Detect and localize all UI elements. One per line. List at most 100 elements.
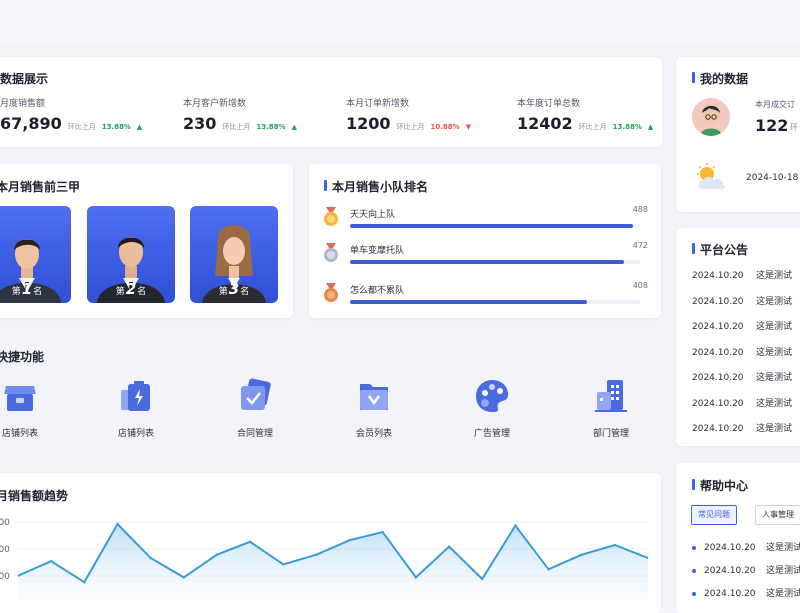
quick-item-contract-management[interactable]: 合同管理 [210, 376, 300, 439]
trend-point[interactable] [414, 576, 418, 579]
trend-point[interactable] [248, 540, 252, 543]
team-row-2: 单车变摩托队 472 [322, 241, 648, 273]
team-value: 488 [632, 205, 648, 214]
top-seller-2[interactable]: 第2名 [87, 206, 175, 303]
data-display-title: 数据展示 [0, 72, 49, 86]
notice-item[interactable]: 2024.10.20 这是测试 [692, 319, 792, 332]
stat-value: 12402 [517, 114, 573, 133]
help-item[interactable]: 2024.10.20 这是测试 [692, 540, 800, 553]
rank-label: 第3名 [218, 280, 250, 298]
gold-medal-icon [324, 207, 338, 226]
trend-point[interactable] [50, 560, 53, 563]
trend-point[interactable] [83, 581, 86, 584]
tab-hr-management[interactable]: 人事管理 [755, 505, 800, 525]
avatar[interactable] [692, 98, 730, 136]
notice-item[interactable]: 2024.10.20 这是测试 [692, 345, 792, 358]
bullet-icon [692, 568, 696, 573]
top-header-band [0, 0, 800, 42]
team-progress-track [350, 260, 640, 264]
stat-compare-label: 环比上月 [578, 123, 607, 131]
trend-point[interactable] [547, 568, 550, 571]
bronze-medal-icon [324, 283, 338, 302]
notice-item[interactable]: 2024.10.20 这是测试 [692, 421, 792, 434]
team-progress-fill [350, 260, 624, 264]
stat-percent: 10.88% [430, 123, 460, 131]
trend-up-icon: ▲ [136, 123, 143, 131]
trend-point[interactable] [182, 576, 185, 579]
member-folder-icon [354, 376, 394, 416]
quick-functions-title: 快捷功能 [0, 350, 45, 364]
trend-point[interactable] [149, 556, 152, 560]
quick-item-store-list-2[interactable]: 店铺列表 [91, 376, 181, 439]
team-row-1: 天天向上队 488 [322, 205, 648, 237]
palette-icon [472, 376, 512, 416]
team-name: 单车变摩托队 [350, 246, 405, 256]
help-item[interactable]: 2024.10.20 这是测试 [692, 586, 800, 599]
stat-percent: 13.88% [612, 123, 642, 131]
team-ranking-title: 本月销售小队排名 [324, 178, 428, 195]
notice-item[interactable]: 2024.10.20 这是测试 [692, 268, 792, 281]
stat-value: 1200 [346, 114, 391, 133]
team-name: 怎么都不累队 [350, 286, 405, 296]
battery-clipboard-icon [116, 376, 156, 416]
building-icon [591, 376, 631, 416]
rank-label: 第1名 [11, 280, 43, 298]
stat-label: 本月客户新增数 [183, 99, 247, 109]
trend-point[interactable] [116, 522, 119, 526]
my-data-value: 122 [755, 116, 789, 135]
quick-item-label: 会员列表 [355, 429, 392, 439]
tab-common-questions[interactable]: 常见问题 [691, 505, 737, 525]
quick-item-ad-management[interactable]: 广告管理 [447, 376, 537, 439]
notice-item[interactable]: 2024.10.20 这是测试 [692, 370, 792, 383]
trend-point[interactable] [282, 563, 285, 566]
quick-item-label: 店铺列表 [117, 429, 154, 439]
team-progress-fill [350, 300, 587, 304]
trend-point[interactable] [580, 553, 583, 556]
team-row-3: 怎么都不累队 408 [322, 281, 648, 313]
store-icon [0, 376, 40, 416]
trend-point[interactable] [315, 553, 318, 556]
y-tick-label: 4000 [0, 518, 10, 528]
stat-label: 月度销售额 [0, 99, 46, 109]
trend-point[interactable] [348, 539, 351, 542]
trend-point[interactable] [613, 543, 616, 547]
y-tick-label: 2000 [0, 572, 10, 582]
stat-compare-label: 环比上月 [222, 123, 251, 131]
rank-label: 第2名 [115, 280, 147, 298]
stat-new-customers: 本月客户新增数 230 环比上月 13.88% ▲ [183, 96, 297, 133]
trend-up-icon: ▲ [647, 123, 654, 131]
quick-item-department-management[interactable]: 部门管理 [566, 376, 656, 439]
avatar-illustration-icon [692, 98, 730, 136]
bullet-icon [692, 545, 696, 550]
team-name: 天天向上队 [350, 210, 396, 220]
trend-point[interactable] [215, 553, 219, 556]
team-value: 472 [632, 241, 648, 250]
help-item[interactable]: 2024.10.20 这是测试 [692, 563, 800, 576]
my-data-label: 本月成交订 [755, 100, 795, 109]
platform-notice-card [676, 228, 800, 446]
top-seller-3[interactable]: 第3名 [190, 206, 278, 303]
stat-label: 本月订单新增数 [346, 99, 410, 109]
trend-point[interactable] [381, 530, 384, 534]
quick-item-store-list[interactable]: 店铺列表 [0, 376, 65, 439]
partly-cloudy-icon [694, 163, 728, 191]
notice-item[interactable]: 2024.10.20 这是测试 [692, 294, 792, 307]
notice-item[interactable]: 2024.10.20 这是测试 [692, 396, 792, 409]
bullet-icon [692, 591, 696, 596]
trend-point[interactable] [514, 524, 517, 527]
trend-point[interactable] [481, 577, 484, 581]
stat-percent: 13.88% [101, 123, 131, 131]
trend-point[interactable] [447, 545, 451, 548]
my-data-title: 我的数据 [692, 70, 748, 87]
y-tick-label: 3000 [0, 545, 10, 555]
quick-item-member-list[interactable]: 会员列表 [329, 376, 419, 439]
team-progress-track [350, 300, 640, 304]
quick-item-label: 店铺列表 [1, 429, 38, 439]
stat-percent: 13.88% [256, 123, 286, 131]
team-progress-track [350, 224, 640, 228]
stat-monthly-sales: 月度销售额 67,890 环比上月 13.88% ▲ [0, 96, 142, 133]
platform-notice-title: 平台公告 [692, 241, 748, 258]
top-seller-1[interactable]: 第1名 [0, 206, 71, 303]
help-center-title: 帮助中心 [692, 477, 748, 494]
my-data-trend: 环 [790, 123, 798, 132]
